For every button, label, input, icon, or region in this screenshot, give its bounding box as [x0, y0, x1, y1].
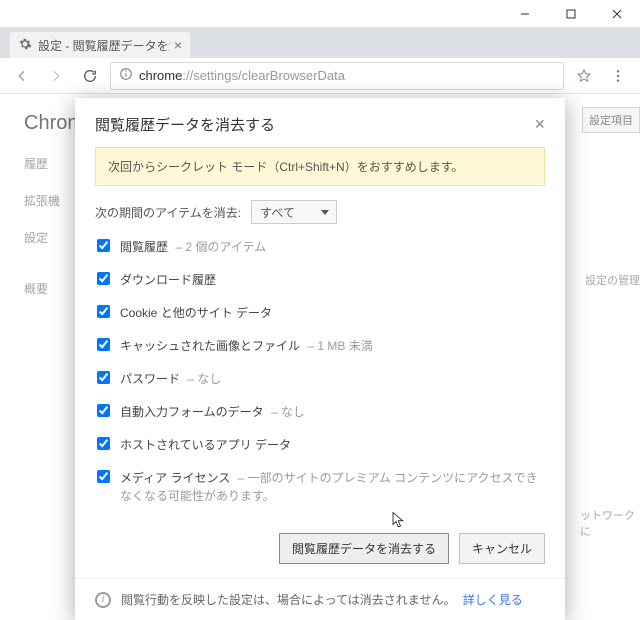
period-select[interactable]: すべて — [251, 200, 337, 224]
checkbox-hosted-apps[interactable]: ホストされているアプリ データ — [97, 436, 545, 454]
minimize-button[interactable] — [502, 0, 548, 28]
window-titlebar — [0, 0, 640, 28]
cancel-button[interactable]: キャンセル — [459, 533, 545, 564]
checkbox-input[interactable] — [97, 371, 110, 384]
dialog-footer: i 閲覧行動を反映した設定は、場合によっては消去されません。 詳しく見る — [75, 578, 565, 620]
dialog-close-button[interactable]: × — [534, 114, 545, 135]
checkbox-cookies[interactable]: Cookie と他のサイト データ — [97, 304, 545, 322]
incognito-suggestion-banner: 次回からシークレット モード（Ctrl+Shift+N）をおすすめします。 — [95, 147, 545, 186]
footer-text: 閲覧行動を反映した設定は、場合によっては消去されません。 — [121, 593, 455, 607]
gear-icon — [18, 37, 32, 54]
tab-title: 設定 - 閲覧履歴データを消 — [38, 37, 170, 54]
browser-tab[interactable]: 設定 - 閲覧履歴データを消 × — [10, 32, 190, 58]
clear-browsing-data-dialog: 閲覧履歴データを消去する × 次回からシークレット モード（Ctrl+Shift… — [75, 98, 565, 620]
checkbox-input[interactable] — [97, 437, 110, 450]
checkbox-input[interactable] — [97, 470, 110, 483]
checkbox-input[interactable] — [97, 338, 110, 351]
checkbox-input[interactable] — [97, 404, 110, 417]
tab-close-icon[interactable]: × — [174, 37, 182, 53]
checkbox-media-licenses[interactable]: メディア ライセンス – 一部のサイトのプレミアム コンテンツにアクセスできなく… — [97, 469, 545, 505]
dialog-title: 閲覧履歴データを消去する — [95, 114, 534, 135]
checkbox-input[interactable] — [97, 239, 110, 252]
checkbox-passwords[interactable]: パスワード – なし — [97, 370, 545, 388]
checkbox-browsing-history[interactable]: 閲覧履歴 – 2 個のアイテム — [97, 238, 545, 256]
learn-more-link[interactable]: 詳しく見る — [463, 593, 523, 607]
checkbox-autofill[interactable]: 自動入力フォームのデータ – なし — [97, 403, 545, 421]
info-icon: i — [95, 592, 111, 608]
checkbox-input[interactable] — [97, 305, 110, 318]
maximize-button[interactable] — [548, 0, 594, 28]
period-label: 次の期間のアイテムを消去: — [95, 204, 241, 221]
modal-overlay: 閲覧履歴データを消去する × 次回からシークレット モード（Ctrl+Shift… — [0, 58, 640, 616]
checkbox-input[interactable] — [97, 272, 110, 285]
checkbox-cache[interactable]: キャッシュされた画像とファイル – 1 MB 未満 — [97, 337, 545, 355]
checkbox-download-history[interactable]: ダウンロード履歴 — [97, 271, 545, 289]
window-close-button[interactable] — [594, 0, 640, 28]
clear-data-button[interactable]: 閲覧履歴データを消去する — [279, 533, 449, 564]
tab-strip: 設定 - 閲覧履歴データを消 × — [0, 28, 640, 58]
clear-items-list: 閲覧履歴 – 2 個のアイテム ダウンロード履歴 Cookie と他のサイト デ… — [95, 238, 545, 505]
period-select-value: すべて — [260, 204, 295, 221]
